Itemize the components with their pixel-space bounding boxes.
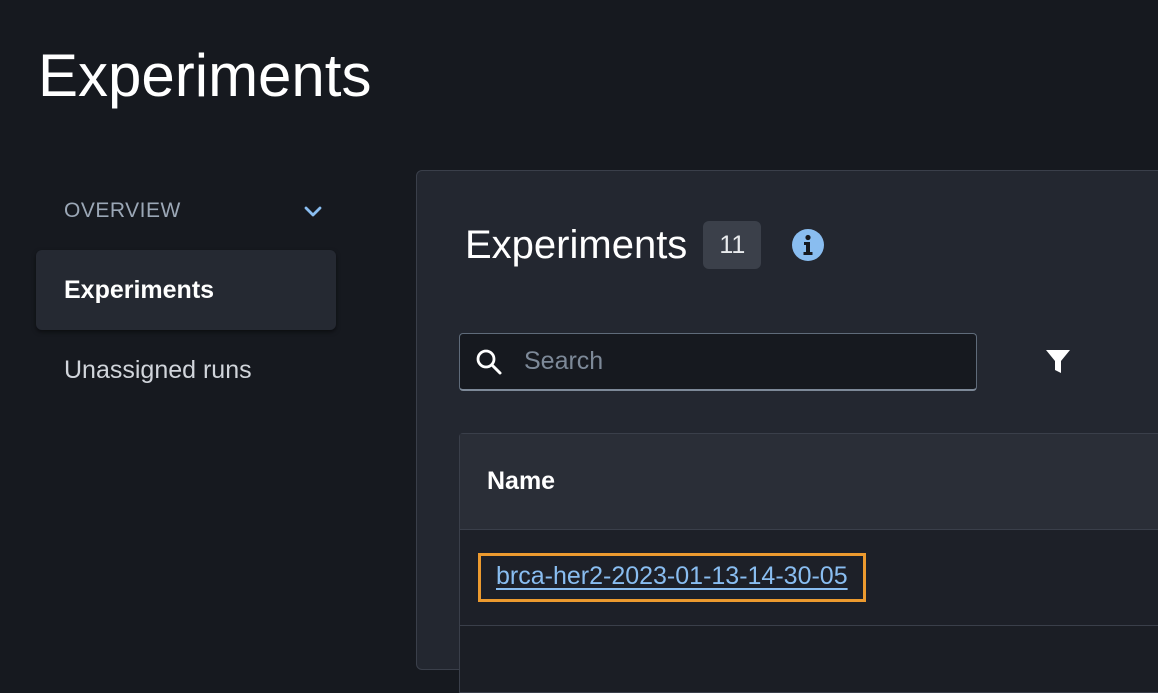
sidebar-item-unassigned-runs[interactable]: Unassigned runs [36, 330, 336, 410]
highlight-box: brca-her2-2023-01-13-14-30-05 [478, 553, 866, 602]
panel-title: Experiments [465, 223, 688, 267]
panel-header: Experiments 11 [465, 221, 825, 269]
search-icon [474, 347, 504, 377]
page-title: Experiments [38, 42, 372, 109]
chevron-down-icon [302, 200, 324, 222]
experiments-table: Name brca-her2-2023-01-13-14-30-05 [459, 433, 1158, 693]
sidebar-section-label: OVERVIEW [64, 199, 181, 222]
experiments-panel: Experiments 11 Name brca [416, 170, 1158, 693]
count-badge: 11 [703, 221, 762, 269]
table-header: Name [460, 434, 1158, 530]
experiment-link[interactable]: brca-her2-2023-01-13-14-30-05 [496, 562, 848, 590]
table-row: brca-her2-2023-01-13-14-30-05 [460, 530, 1158, 626]
search-input[interactable] [522, 346, 976, 377]
sidebar-item-label: Experiments [64, 275, 215, 304]
sidebar: OVERVIEW Experiments Unassigned runs [36, 184, 336, 410]
sidebar-item-experiments[interactable]: Experiments [36, 250, 336, 330]
column-header-name[interactable]: Name [487, 467, 555, 496]
sidebar-section-overview[interactable]: OVERVIEW [36, 184, 336, 238]
info-icon[interactable] [791, 228, 825, 262]
filter-icon[interactable] [1043, 347, 1073, 377]
search-box [459, 333, 977, 391]
sidebar-item-label: Unassigned runs [64, 355, 252, 384]
